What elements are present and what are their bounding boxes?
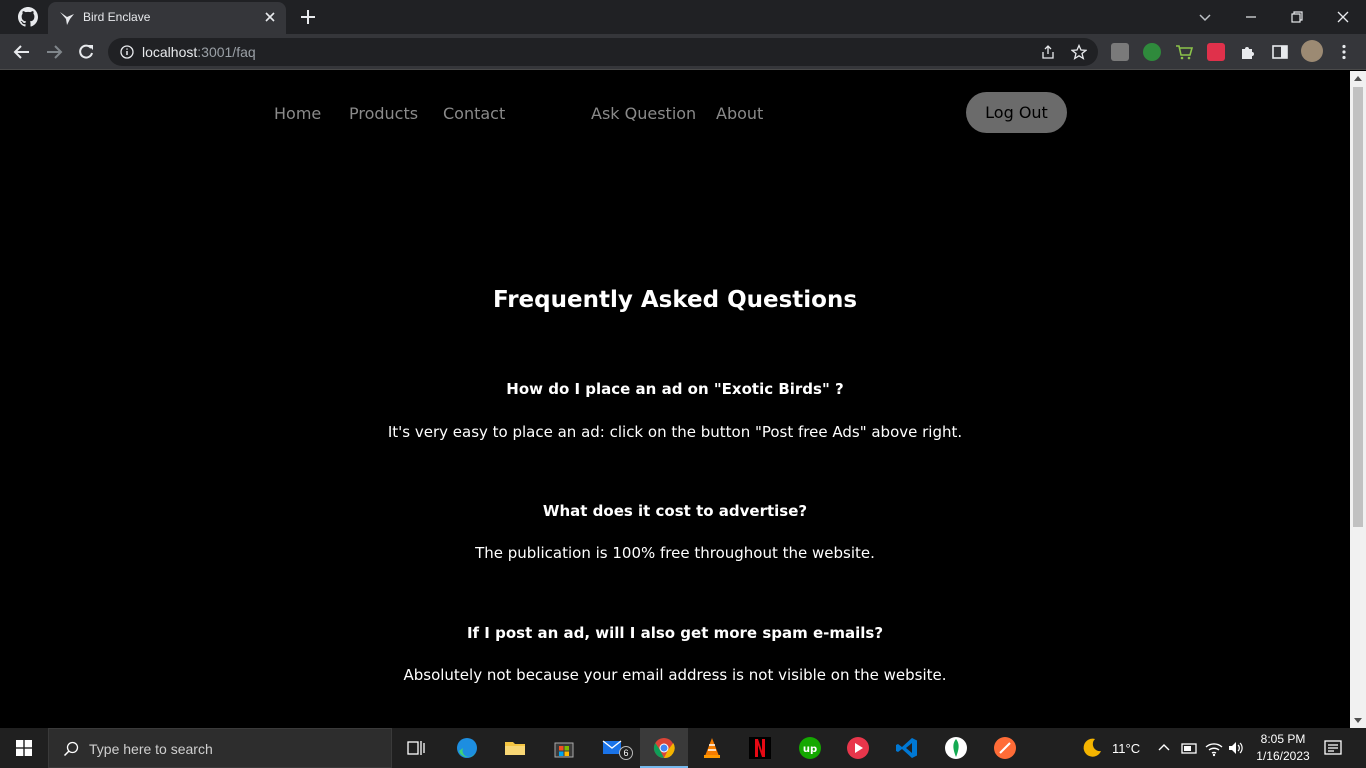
- vlc-icon[interactable]: [700, 736, 724, 760]
- record-extension-icon[interactable]: [1207, 43, 1225, 61]
- reload-icon[interactable]: [76, 42, 96, 62]
- faq-answer: It's very easy to place an ad: click on …: [387, 423, 963, 441]
- nav-about-link[interactable]: About: [716, 104, 763, 123]
- new-tab-icon[interactable]: [299, 8, 317, 26]
- cart-extension-icon[interactable]: [1175, 43, 1193, 61]
- wifi-icon[interactable]: [1204, 736, 1224, 760]
- scroll-thumb[interactable]: [1353, 87, 1363, 527]
- kebab-menu-icon[interactable]: [1335, 43, 1353, 61]
- vscode-icon[interactable]: [895, 736, 919, 760]
- weather-temp: 11°C: [1112, 741, 1141, 756]
- faq-question: If I post an ad, will I also get more sp…: [466, 624, 884, 642]
- nav-ask-question-link[interactable]: Ask Question: [591, 104, 696, 123]
- tray-expand-icon[interactable]: [1156, 736, 1172, 760]
- browser-tab[interactable]: Bird Enclave: [48, 2, 286, 34]
- bird-favicon-icon: [60, 12, 74, 25]
- tab-title: Bird Enclave: [83, 10, 151, 24]
- bookmark-star-icon[interactable]: [1071, 44, 1087, 60]
- mongodb-compass-icon[interactable]: [944, 736, 968, 760]
- faq-title: Frequently Asked Questions: [492, 287, 858, 313]
- svg-text:up: up: [803, 744, 817, 755]
- share-icon[interactable]: [1040, 44, 1056, 60]
- faq-answer: The publication is 100% free throughout …: [475, 544, 875, 562]
- media-player-icon[interactable]: [846, 736, 870, 760]
- extensions-puzzle-icon[interactable]: [1239, 43, 1257, 61]
- postman-icon[interactable]: [993, 736, 1017, 760]
- search-placeholder: Type here to search: [89, 741, 213, 757]
- url-path: :3001/faq: [197, 44, 256, 60]
- address-bar[interactable]: localhost:3001/faq: [108, 38, 1098, 66]
- scroll-down-arrow-icon[interactable]: [1354, 718, 1362, 723]
- scroll-up-arrow-icon[interactable]: [1354, 76, 1362, 81]
- close-tab-icon[interactable]: [262, 9, 278, 25]
- forward-icon[interactable]: [44, 42, 64, 62]
- taskbar-clock[interactable]: 8:05 PM 1/16/2023: [1248, 731, 1318, 765]
- upwork-icon[interactable]: up: [798, 736, 822, 760]
- file-explorer-icon[interactable]: [503, 736, 527, 760]
- battery-icon[interactable]: [1180, 736, 1198, 760]
- github-icon[interactable]: [18, 7, 38, 27]
- close-window-icon[interactable]: [1332, 6, 1354, 28]
- browser-toolbar: localhost:3001/faq: [0, 34, 1366, 70]
- globe-extension-icon[interactable]: [1143, 43, 1161, 61]
- side-panel-icon[interactable]: [1271, 43, 1289, 61]
- chrome-icon[interactable]: [652, 736, 676, 760]
- weather-moon-icon: [1083, 738, 1101, 757]
- browser-tab-bar: Bird Enclave: [0, 0, 1366, 34]
- logout-button[interactable]: Log Out: [966, 92, 1067, 133]
- page-scrollbar[interactable]: [1350, 71, 1366, 728]
- restore-icon[interactable]: [1286, 6, 1308, 28]
- nav-contact-link[interactable]: Contact: [443, 104, 505, 123]
- volume-icon[interactable]: [1227, 736, 1245, 760]
- edge-browser-icon[interactable]: [455, 736, 479, 760]
- profile-avatar[interactable]: [1301, 40, 1323, 62]
- url-text: localhost:3001/faq: [142, 44, 256, 60]
- page-content: Home Products Contact Ask Question About…: [0, 71, 1350, 728]
- faq-question: What does it cost to advertise?: [542, 502, 808, 520]
- mail-badge: 6: [619, 746, 633, 760]
- windows-start-icon[interactable]: [16, 740, 32, 756]
- nav-home-link[interactable]: Home: [274, 104, 321, 123]
- clock-date: 1/16/2023: [1256, 749, 1310, 763]
- ms-store-icon[interactable]: [552, 736, 576, 760]
- nav-products-link[interactable]: Products: [349, 104, 418, 123]
- site-info-icon[interactable]: [120, 45, 134, 59]
- task-view-icon[interactable]: [404, 736, 428, 760]
- windows-taskbar: Type here to search 6 up 11°C 8:05 PM 1/…: [0, 728, 1366, 768]
- minimize-icon[interactable]: [1240, 6, 1262, 28]
- faq-question: How do I place an ad on "Exotic Birds" ?: [506, 380, 844, 398]
- search-icon: [63, 741, 79, 757]
- tab-search-icon[interactable]: [1194, 6, 1216, 28]
- url-host: localhost: [142, 44, 198, 60]
- taskbar-search-box[interactable]: Type here to search: [48, 728, 392, 768]
- faq-answer: Absolutely not because your email addres…: [403, 666, 947, 684]
- back-icon[interactable]: [12, 42, 32, 62]
- notifications-icon[interactable]: [1323, 736, 1343, 760]
- netflix-icon[interactable]: [748, 736, 772, 760]
- clock-time: 8:05 PM: [1260, 732, 1306, 746]
- skype-extension-icon[interactable]: [1111, 43, 1129, 61]
